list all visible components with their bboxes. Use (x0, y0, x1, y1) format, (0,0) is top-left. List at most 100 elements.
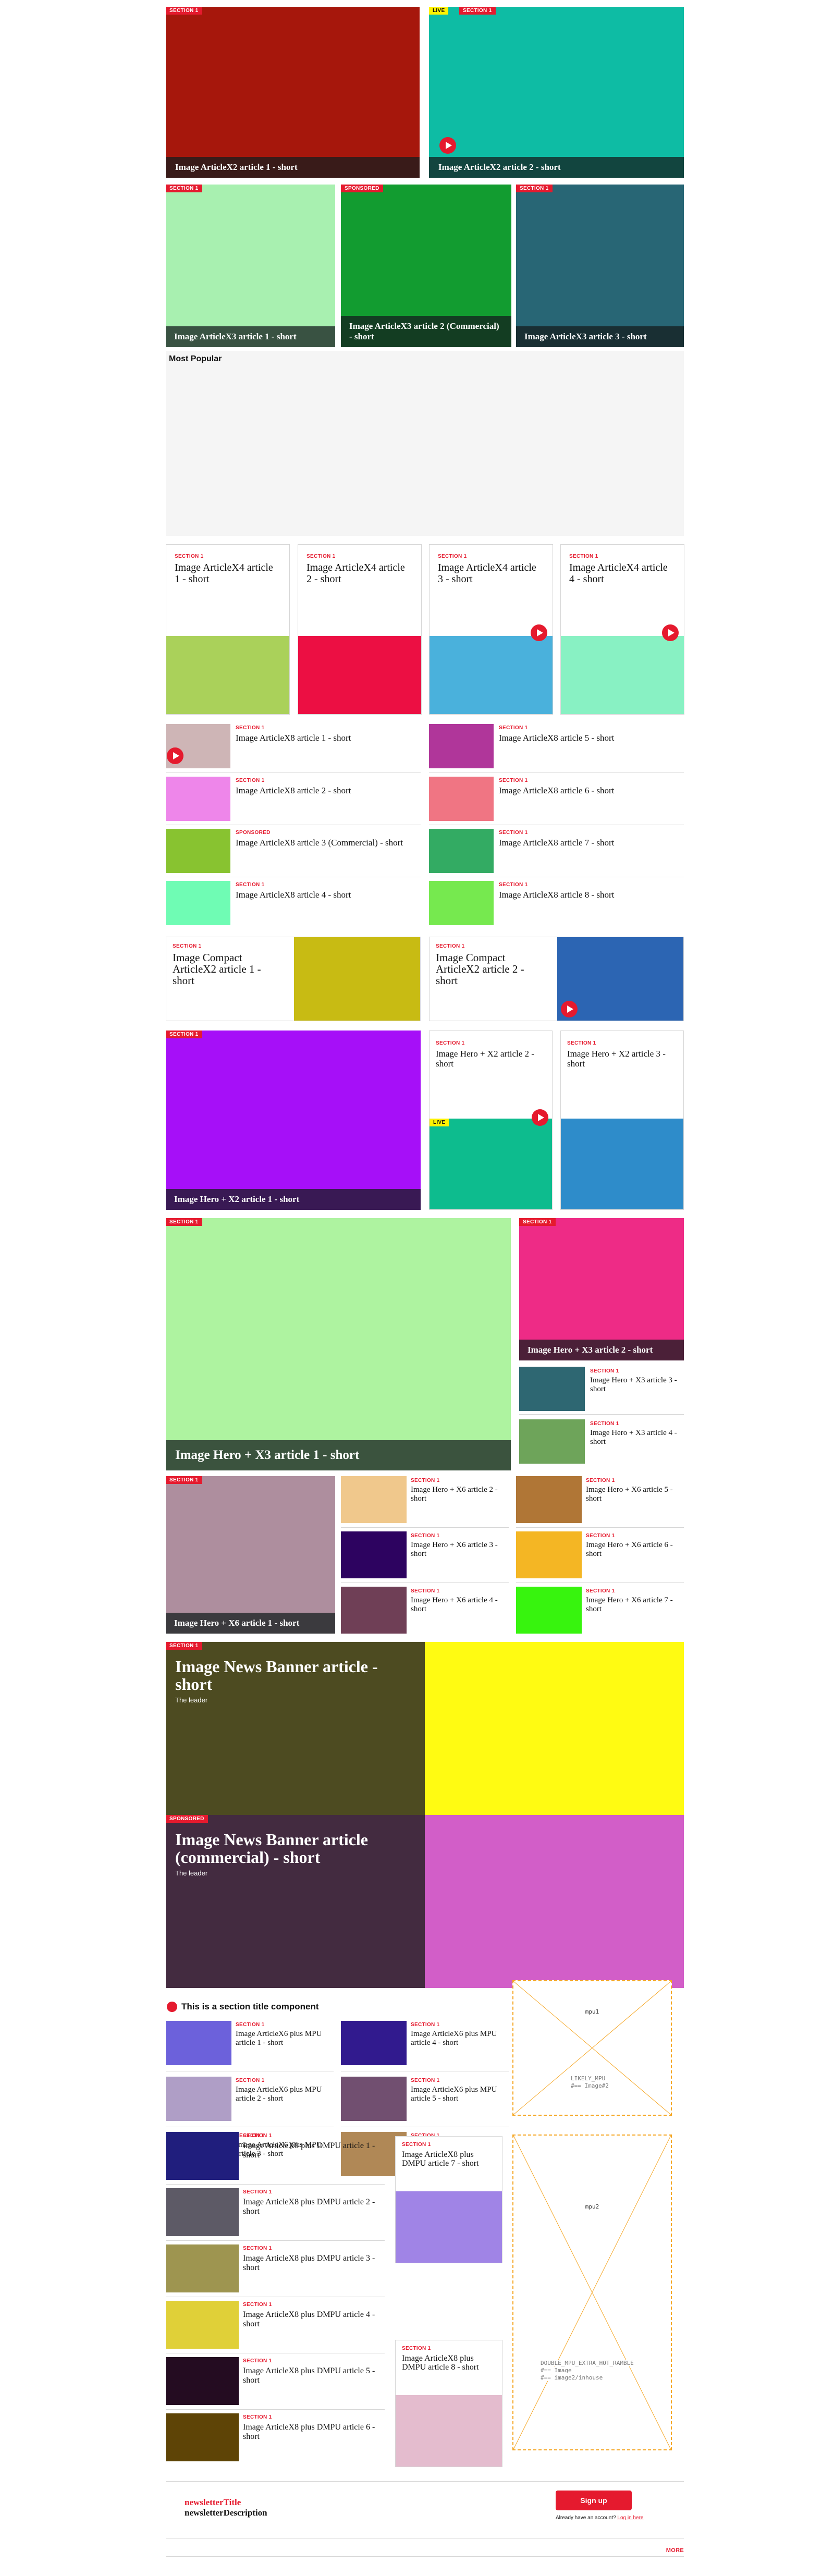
article-title[interactable]: Image ArticleX8 article 7 - short (499, 838, 681, 848)
articlex8-item[interactable]: SECTION 1 Image ArticleX8 article 2 - sho… (166, 777, 421, 821)
article-title[interactable]: Image Hero + X2 article 1 - short (166, 1189, 421, 1210)
article-title[interactable]: Image Hero + X6 article 7 - short (586, 1596, 683, 1614)
article-image[interactable] (516, 1531, 582, 1578)
x6-mpu-item[interactable]: SECTION 1 Image ArticleX6 plus MPU articl… (166, 2077, 334, 2124)
article-title[interactable]: Image ArticleX8 article 6 - short (499, 786, 681, 796)
x8-dmpu-item[interactable]: SECTION 1 Image ArticleX8 plus DMPU artic… (166, 2301, 385, 2349)
articlex2-card[interactable]: LIVE SECTION 1 Image ArticleX2 article 2 -… (429, 7, 684, 178)
hero-x6-item[interactable]: SECTION 1 Image Hero + X6 article 3 - sho… (341, 1531, 509, 1578)
hero-x6-item[interactable]: SECTION 1 Image Hero + X6 article 7 - sho… (516, 1587, 684, 1634)
articlex2-card[interactable]: SECTION 1 Image ArticleX2 article 1 - sho… (166, 7, 420, 178)
article-title[interactable]: Image ArticleX4 article 2 - short (306, 562, 411, 585)
article-image[interactable] (430, 636, 553, 714)
banner-title[interactable]: Image News Banner article (commercial) -… (175, 1831, 415, 1866)
x8-dmpu-item[interactable]: SECTION 1 Image ArticleX8 plus DMPU artic… (166, 2188, 385, 2236)
article-image[interactable] (166, 185, 335, 347)
article-image[interactable] (429, 881, 494, 925)
hero-x3-item[interactable]: SECTION 1 Image Hero + X3 article 4 - sho… (519, 1419, 684, 1464)
article-title[interactable]: Image Compact ArticleX2 article 2 - shor… (436, 952, 545, 986)
article-image[interactable] (166, 1031, 421, 1210)
play-icon[interactable] (532, 1109, 548, 1126)
articlex8-item[interactable]: SECTION 1 Image ArticleX8 article 6 - sho… (429, 777, 684, 821)
article-title[interactable]: Image Hero + X2 article 3 - short (567, 1049, 671, 1069)
play-icon[interactable] (167, 747, 183, 764)
compact-card[interactable]: SECTION 1 Image Compact ArticleX2 article… (166, 937, 421, 1021)
article-title[interactable]: Image Compact ArticleX2 article 1 - shor… (173, 952, 282, 986)
article-title[interactable]: Image Hero + X6 article 2 - short (411, 1486, 508, 1503)
article-image[interactable] (516, 1587, 582, 1634)
article-image[interactable] (294, 937, 420, 1021)
article-image[interactable] (561, 1119, 683, 1209)
articlex8-item[interactable]: SECTION 1 Image ArticleX8 article 7 - sho… (429, 829, 684, 873)
article-image[interactable] (429, 724, 494, 768)
article-image[interactable] (166, 2188, 239, 2236)
articlex4-card[interactable]: SECTION 1 Image ArticleX4 article 1 - sho… (166, 544, 290, 715)
article-image[interactable] (516, 1476, 582, 1523)
article-image[interactable] (166, 2132, 239, 2180)
article-title[interactable]: Image Hero + X3 article 4 - short (590, 1429, 683, 1446)
x8-dmpu-item[interactable]: SECTION 1 Image ArticleX8 plus DMPU artic… (166, 2244, 385, 2292)
article-image[interactable] (519, 1367, 585, 1411)
articlex4-card[interactable]: SECTION 1 Image ArticleX4 article 4 - sho… (560, 544, 684, 715)
article-image[interactable] (166, 1476, 335, 1634)
hero-x2-side[interactable]: SECTION 1 Image Hero + X2 article 2 - sho… (429, 1031, 553, 1210)
article-image[interactable] (166, 1218, 511, 1470)
article-image[interactable] (166, 777, 230, 821)
article-image[interactable] (519, 1419, 585, 1464)
compact-card[interactable]: SECTION 1 Image Compact ArticleX2 article… (429, 937, 684, 1021)
banner-title[interactable]: Image News Banner article - short (175, 1658, 415, 1693)
article-title[interactable]: Image Hero + X3 article 2 - short (519, 1340, 684, 1360)
x8-dmpu-item[interactable]: SECTION 1 Image ArticleX8 plus DMPU artic… (166, 2357, 385, 2405)
article-title[interactable]: Image Hero + X2 article 2 - short (436, 1049, 540, 1069)
article-title[interactable]: Image ArticleX2 article 2 - short (429, 157, 684, 178)
article-title[interactable]: Image ArticleX8 plus DMPU article 7 - sh… (402, 2150, 496, 2168)
play-icon[interactable] (531, 624, 547, 641)
hero-x6-item[interactable]: SECTION 1 Image Hero + X6 article 4 - sho… (341, 1587, 509, 1634)
article-image[interactable] (341, 2077, 407, 2121)
article-title[interactable]: Image ArticleX8 plus DMPU article 4 - sh… (243, 2310, 378, 2329)
x6-mpu-item[interactable]: SECTION 1 Image ArticleX6 plus MPU articl… (166, 2021, 334, 2068)
articlex3-card[interactable]: SECTION 1 Image ArticleX3 article 3 - sho… (516, 185, 684, 347)
news-banner[interactable]: SPONSORED Image News Banner article (comm… (166, 1815, 684, 1988)
article-image[interactable] (430, 1119, 552, 1209)
article-image[interactable] (166, 2413, 239, 2461)
article-title[interactable]: Image ArticleX3 article 2 (Commercial) -… (341, 316, 511, 347)
article-title[interactable]: Image ArticleX8 article 2 - short (236, 786, 418, 796)
article-title[interactable]: Image Hero + X6 article 5 - short (586, 1486, 683, 1503)
hero-x6-item[interactable]: SECTION 1 Image Hero + X6 article 5 - sho… (516, 1476, 684, 1523)
x6-mpu-item[interactable]: SECTION 1 Image ArticleX6 plus MPU articl… (341, 2021, 509, 2068)
article-image[interactable] (429, 7, 684, 178)
article-image[interactable] (166, 2244, 239, 2292)
x8-dmpu-side[interactable]: SECTION 1 Image ArticleX8 plus DMPU artic… (395, 2340, 502, 2467)
articlex8-item[interactable]: SECTION 1 Image ArticleX8 article 5 - sho… (429, 724, 684, 768)
play-icon[interactable] (561, 1001, 578, 1017)
more-link[interactable]: MORE (632, 2547, 684, 2554)
signup-button[interactable]: Sign up (556, 2491, 632, 2510)
article-image[interactable] (396, 2395, 502, 2467)
article-title[interactable]: Image ArticleX6 plus MPU article 2 - sho… (236, 2086, 333, 2103)
article-title[interactable]: Image ArticleX3 article 1 - short (166, 326, 335, 347)
articlex8-item[interactable]: SECTION 1 Image ArticleX8 article 8 - sho… (429, 881, 684, 925)
article-title[interactable]: Image Hero + X6 article 3 - short (411, 1541, 508, 1559)
article-image[interactable] (429, 777, 494, 821)
article-image[interactable] (166, 636, 289, 714)
play-icon[interactable] (439, 137, 456, 154)
articlex8-item[interactable]: SECTION 1 Image ArticleX8 article 1 - sho… (166, 724, 421, 768)
articlex3-card[interactable]: SPONSORED Image ArticleX3 article 2 (Comm… (341, 185, 511, 347)
article-image[interactable] (396, 2191, 502, 2263)
article-image[interactable] (429, 829, 494, 873)
article-image[interactable] (341, 1587, 407, 1634)
article-title[interactable]: Image ArticleX8 plus DMPU article 3 - sh… (243, 2254, 378, 2273)
article-title[interactable]: Image ArticleX6 plus MPU article 4 - sho… (411, 2030, 508, 2047)
article-image[interactable] (341, 1476, 407, 1523)
hero-x6-item[interactable]: SECTION 1 Image Hero + X6 article 2 - sho… (341, 1476, 509, 1523)
article-title[interactable]: Image ArticleX8 plus DMPU article 2 - sh… (243, 2198, 378, 2216)
article-title[interactable]: Image ArticleX4 article 4 - short (569, 562, 673, 585)
hero-x3-main[interactable]: SECTION 1 Image Hero + X3 article 1 - sho… (166, 1218, 511, 1470)
hero-x3-second[interactable]: SECTION 1 Image Hero + X3 article 2 - sho… (519, 1218, 684, 1360)
article-title[interactable]: Image ArticleX8 article 8 - short (499, 890, 681, 900)
article-title[interactable]: Image ArticleX2 article 1 - short (166, 157, 420, 178)
article-title[interactable]: Image ArticleX8 plus DMPU article 6 - sh… (243, 2423, 378, 2442)
article-image[interactable] (166, 2021, 231, 2065)
articlex4-card[interactable]: SECTION 1 Image ArticleX4 article 2 - sho… (298, 544, 422, 715)
